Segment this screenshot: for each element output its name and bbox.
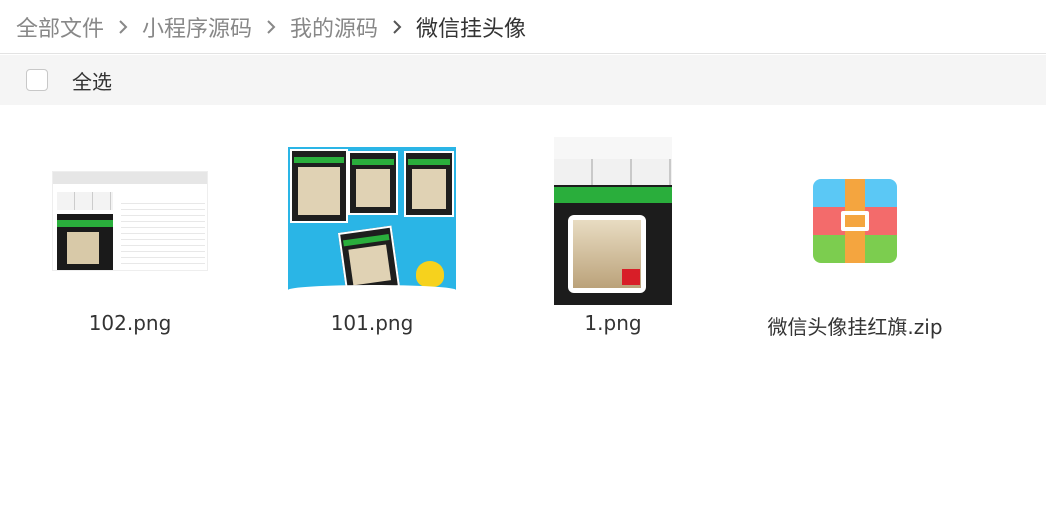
chevron-right-icon [110,15,136,39]
breadcrumb-my-source[interactable]: 我的源码 [290,11,378,43]
file-grid: 102.png 101.png 1.png 微信头像挂红旗.zip [0,105,1046,526]
file-item[interactable]: 101.png [262,105,482,355]
file-thumbnail[interactable] [745,131,965,311]
image-thumbnail-102 [52,171,208,271]
image-thumbnail-1 [554,137,672,305]
file-name[interactable]: 微信头像挂红旗.zip [725,311,985,340]
file-item[interactable]: 102.png [20,105,240,355]
file-thumbnail[interactable] [503,131,723,311]
breadcrumb-all-files[interactable]: 全部文件 [16,11,104,43]
file-name[interactable]: 102.png [0,311,260,335]
chevron-right-icon [384,15,410,39]
file-name[interactable]: 1.png [483,311,743,335]
select-all-checkbox[interactable] [26,69,48,91]
breadcrumb-current-folder: 微信挂头像 [416,16,527,42]
file-item[interactable]: 1.png [503,105,723,355]
zip-archive-icon [813,179,897,263]
selection-toolbar: 全选 [0,55,1046,105]
select-all-label[interactable]: 全选 [72,66,112,95]
breadcrumb: 全部文件 小程序源码 我的源码 微信挂头像 [0,0,1046,54]
file-thumbnail[interactable] [20,131,240,311]
breadcrumb-mini-program-source[interactable]: 小程序源码 [142,11,252,43]
image-thumbnail-101 [288,147,456,295]
file-thumbnail[interactable] [262,131,482,311]
file-name[interactable]: 101.png [242,311,502,335]
file-item[interactable]: 微信头像挂红旗.zip [745,105,965,355]
chevron-right-icon [258,15,284,39]
